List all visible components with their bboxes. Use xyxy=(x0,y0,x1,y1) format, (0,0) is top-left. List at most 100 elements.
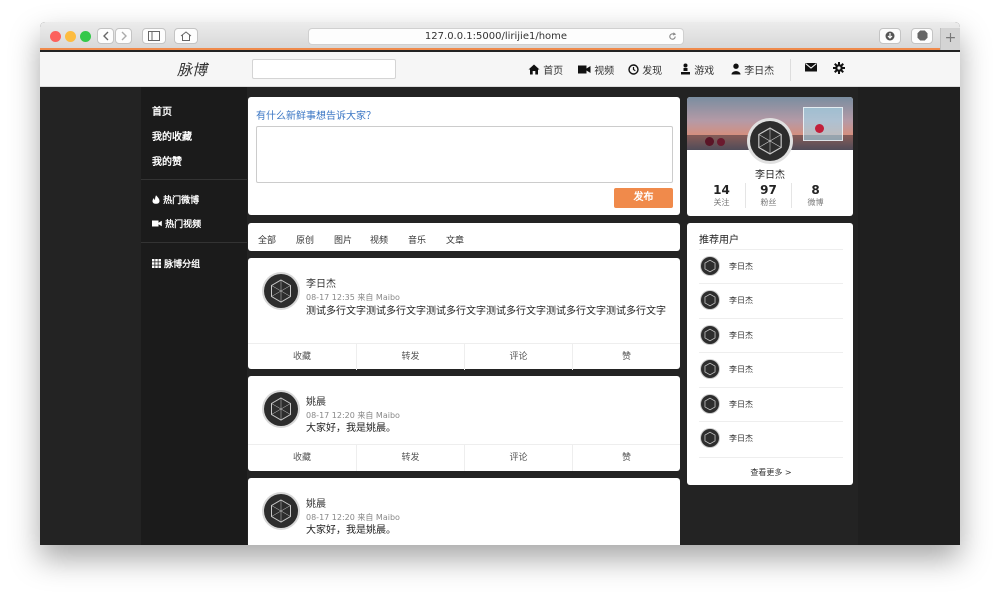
favorite-button[interactable]: 收藏 xyxy=(248,344,356,370)
sidebar-divider xyxy=(141,242,247,243)
repost-button[interactable]: 转发 xyxy=(356,344,464,370)
post-author[interactable]: 李日杰 xyxy=(306,275,336,290)
recommended-users-card: 推荐用户 李日杰 李日杰 李日杰 李日杰 李日杰 李日杰 查看更多 > xyxy=(687,223,853,485)
nav-video-label: 视频 xyxy=(594,66,615,77)
sidebar-toggle-button[interactable] xyxy=(142,28,166,44)
list-item[interactable]: 李日杰 xyxy=(699,318,843,352)
downloads-button[interactable] xyxy=(879,28,901,44)
composer-textarea[interactable] xyxy=(256,126,673,183)
download-icon xyxy=(885,31,895,41)
house-icon xyxy=(180,31,192,41)
nav-profile-link[interactable]: 李日杰 xyxy=(731,62,774,77)
repost-button[interactable]: 转发 xyxy=(356,445,464,471)
tab-all[interactable]: 全部 xyxy=(258,233,276,246)
profile-card: 李日杰 14 关注 97 粉丝 8 微博 xyxy=(687,97,853,216)
hexagon-logo-icon xyxy=(758,127,782,155)
list-item[interactable]: 李日杰 xyxy=(699,387,843,421)
sidebar-item-hot-video[interactable]: 热门视频 xyxy=(152,217,201,230)
list-item[interactable]: 李日杰 xyxy=(699,421,843,455)
nav-discover-label: 发现 xyxy=(642,66,663,77)
recommended-user-name[interactable]: 李日杰 xyxy=(729,295,753,306)
stat-following-count: 14 xyxy=(713,183,730,197)
avatar[interactable] xyxy=(264,392,298,426)
hexagon-logo-icon xyxy=(704,293,716,307)
avatar[interactable] xyxy=(264,494,298,528)
recommended-user-name[interactable]: 李日杰 xyxy=(729,433,753,444)
sidebar-item-hot-weibo[interactable]: 热门微博 xyxy=(152,193,199,206)
sidebar-item-groups[interactable]: 脉博分组 xyxy=(152,257,200,270)
like-button[interactable]: 赞 xyxy=(572,344,680,370)
grid-icon xyxy=(152,259,161,268)
search-input[interactable] xyxy=(252,59,396,79)
sidebar-item-home[interactable]: 首页 xyxy=(152,103,172,118)
avatar[interactable] xyxy=(701,326,719,344)
post-author[interactable]: 姚晨 xyxy=(306,393,326,408)
forward-button[interactable] xyxy=(115,28,132,44)
comment-button[interactable]: 评论 xyxy=(464,445,572,471)
list-item[interactable]: 李日杰 xyxy=(699,283,843,317)
post-text: 大家好，我是姚晨。 xyxy=(306,423,396,434)
stat-followers-count: 97 xyxy=(760,183,777,197)
list-item[interactable]: 李日杰 xyxy=(699,352,843,386)
reload-icon[interactable] xyxy=(668,32,677,41)
avatar[interactable] xyxy=(701,257,719,275)
post-text: 大家好，我是姚晨。 xyxy=(306,525,396,536)
stat-followers[interactable]: 97 粉丝 xyxy=(745,183,792,208)
like-button[interactable]: 赞 xyxy=(572,445,680,471)
nav-profile-label: 李日杰 xyxy=(744,66,775,77)
nav-home-link[interactable]: 首页 xyxy=(528,62,563,77)
settings-button[interactable] xyxy=(833,62,845,77)
avatar[interactable] xyxy=(701,291,719,309)
zoom-window-button[interactable] xyxy=(80,31,91,42)
url-text: 127.0.0.1:5000/lirijie1/home xyxy=(424,31,568,42)
avatar[interactable] xyxy=(264,274,298,308)
tab-images[interactable]: 图片 xyxy=(334,233,352,246)
tab-music[interactable]: 音乐 xyxy=(408,233,426,246)
browser-home-button[interactable] xyxy=(174,28,198,44)
filter-tabs: 全部 原创 图片 视频 音乐 文章 xyxy=(248,223,680,251)
profile-name[interactable]: 李日杰 xyxy=(687,166,853,181)
post-card: 姚晨 08-17 12:20 来自 Maibo 大家好，我是姚晨。 xyxy=(248,478,680,545)
sidebar-groups-label: 脉博分组 xyxy=(164,260,201,270)
tab-articles[interactable]: 文章 xyxy=(446,233,464,246)
minimize-window-button[interactable] xyxy=(65,31,76,42)
stat-following[interactable]: 14 关注 xyxy=(698,183,745,208)
post-author[interactable]: 姚晨 xyxy=(306,495,326,510)
address-bar[interactable]: 127.0.0.1:5000/lirijie1/home xyxy=(308,28,684,45)
recommended-user-name[interactable]: 李日杰 xyxy=(729,364,753,375)
hexagon-logo-icon xyxy=(704,362,716,376)
new-tab-button[interactable]: + xyxy=(940,28,960,50)
adblock-button[interactable] xyxy=(911,28,933,44)
nav-video-link[interactable]: 视频 xyxy=(578,62,614,77)
see-more-link[interactable]: 查看更多 > xyxy=(699,457,843,478)
favorite-button[interactable]: 收藏 xyxy=(248,445,356,471)
comment-button[interactable]: 评论 xyxy=(464,344,572,370)
nav-discover-link[interactable]: 发现 xyxy=(628,62,662,77)
avatar[interactable] xyxy=(701,429,719,447)
tab-videos[interactable]: 视频 xyxy=(370,233,388,246)
post-card: 李日杰 08-17 12:35 来自 Maibo 测试多行文字测试多行文字测试多… xyxy=(248,258,680,370)
publish-button[interactable]: 发布 xyxy=(614,188,673,208)
sidebar-item-favorites[interactable]: 我的收藏 xyxy=(152,128,192,143)
recommended-user-name[interactable]: 李日杰 xyxy=(729,330,753,341)
avatar[interactable] xyxy=(701,360,719,378)
site-navbar: 脉博 首页 视频 发现 游戏 李日杰 xyxy=(40,52,960,87)
post-actions: 收藏 转发 评论 赞 xyxy=(248,343,680,370)
close-window-button[interactable] xyxy=(50,31,61,42)
sidebar-item-likes[interactable]: 我的赞 xyxy=(152,153,182,168)
recommended-user-name[interactable]: 李日杰 xyxy=(729,399,753,410)
back-button[interactable] xyxy=(97,28,114,44)
stat-posts[interactable]: 8 微博 xyxy=(792,183,839,208)
nav-game-link[interactable]: 游戏 xyxy=(680,62,714,77)
composer-card: 有什么新鲜事想告诉大家？ 发布 xyxy=(248,97,680,215)
nav-home-label: 首页 xyxy=(543,66,564,77)
composer-prompt: 有什么新鲜事想告诉大家？ xyxy=(256,111,376,122)
profile-avatar[interactable] xyxy=(750,121,790,161)
site-logo[interactable]: 脉博 xyxy=(177,59,207,80)
list-item[interactable]: 李日杰 xyxy=(699,249,843,283)
tab-original[interactable]: 原创 xyxy=(296,233,314,246)
avatar[interactable] xyxy=(701,395,719,413)
recommended-user-name[interactable]: 李日杰 xyxy=(729,261,753,272)
messages-button[interactable] xyxy=(805,62,817,75)
game-icon xyxy=(681,63,690,75)
